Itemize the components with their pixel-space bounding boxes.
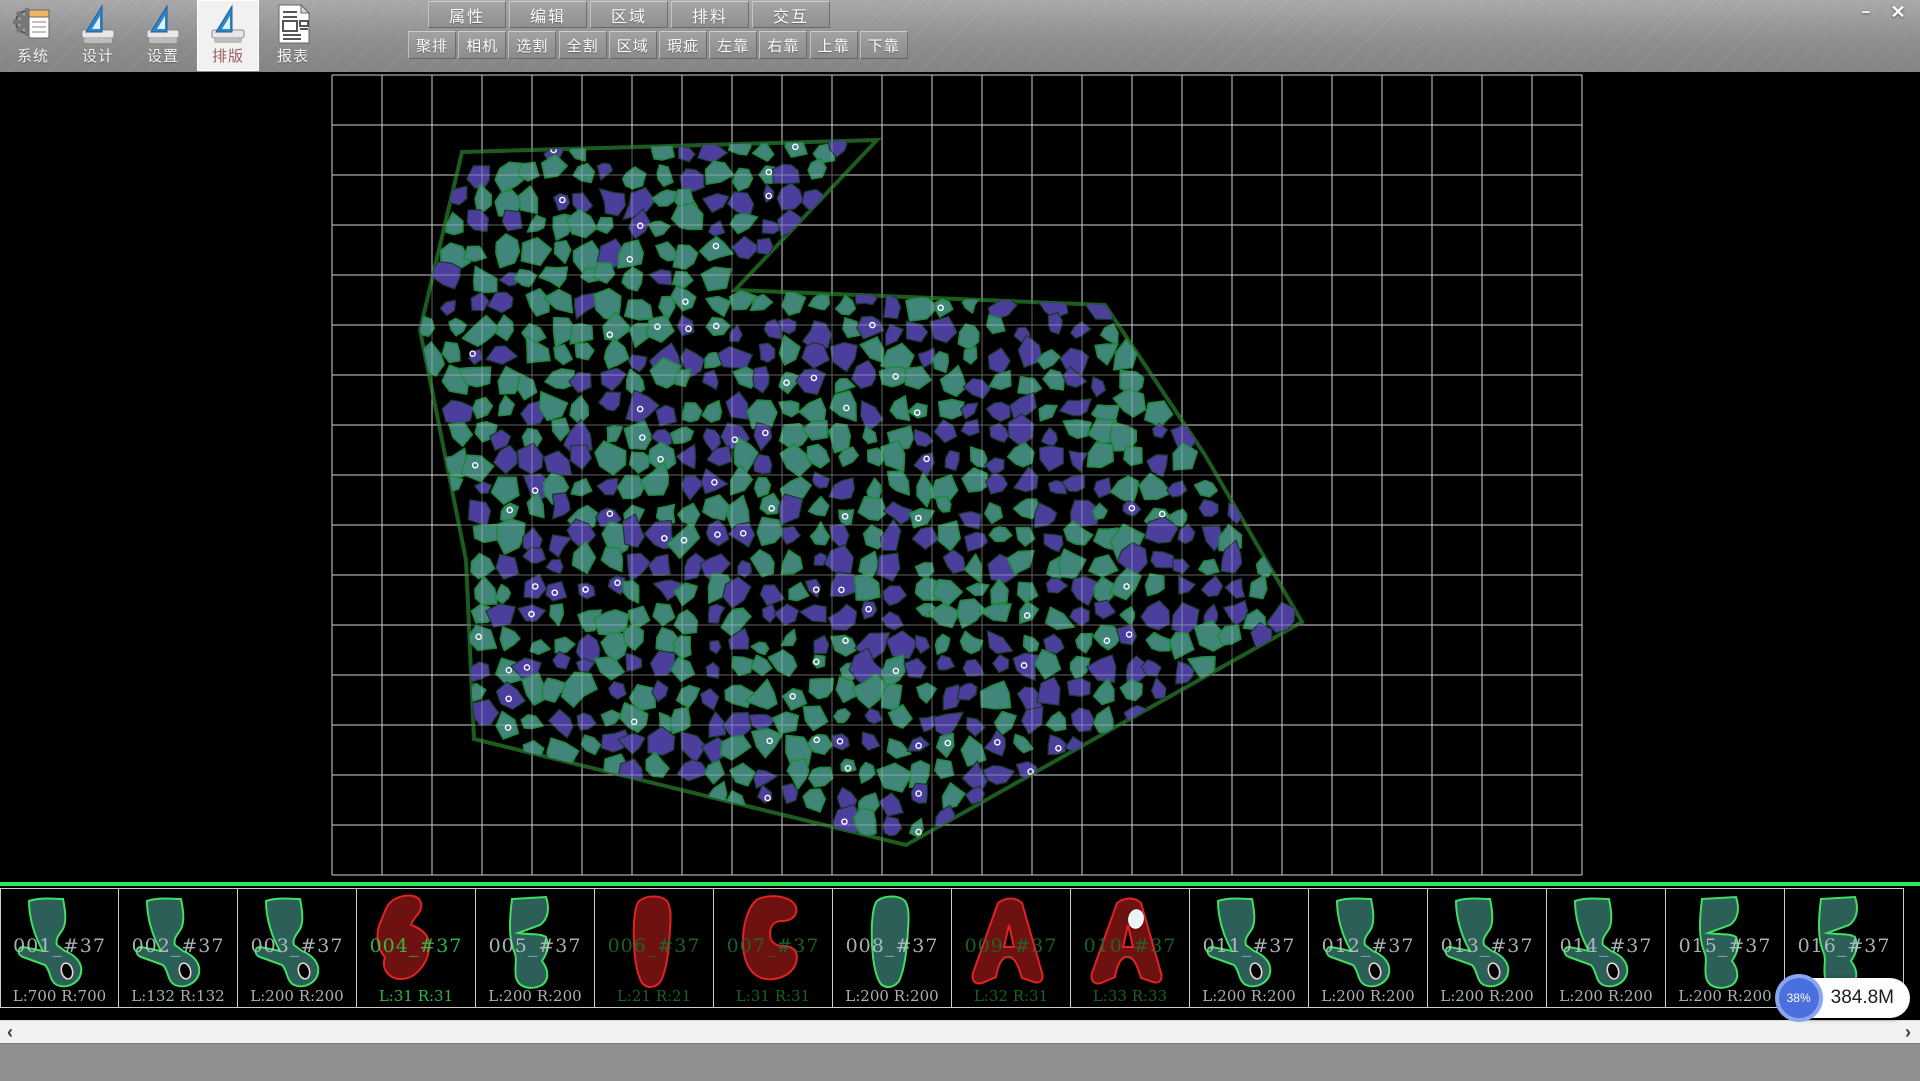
menu-区域[interactable]: 区域 (590, 1, 668, 28)
report-icon (271, 2, 315, 46)
piece-id: 011_#37 (1190, 935, 1308, 957)
thumbnail-002_#37[interactable]: 002_#37 L:132 R:132 (119, 888, 238, 1008)
piece-id: 001_#37 (1, 935, 118, 957)
tool-右靠[interactable]: 右靠 (759, 31, 807, 59)
tool-区域[interactable]: 区域 (609, 31, 657, 59)
tool-选割[interactable]: 选割 (508, 31, 556, 59)
thumbnail-015_#37[interactable]: 015_#37 L:200 R:200 (1666, 888, 1785, 1008)
menu-编辑[interactable]: 编辑 (509, 1, 587, 28)
piece-lr-values: L:132 R:132 (119, 987, 237, 1005)
piece-id: 006_#37 (595, 935, 713, 957)
main-button-设置[interactable]: 设置 (132, 0, 194, 71)
main-button-报表[interactable]: 报表 (262, 0, 324, 71)
piece-lr-values: L:31 R:31 (357, 987, 475, 1005)
main-button-label: 系统 (17, 45, 49, 66)
main-button-系统[interactable]: 系统 (2, 0, 64, 71)
thumbnail-006_#37[interactable]: 006_#37 L:21 R:21 (595, 888, 714, 1008)
piece-id: 015_#37 (1666, 935, 1784, 957)
piece-id: 009_#37 (952, 935, 1070, 957)
piece-lr-values: L:200 R:200 (1309, 987, 1427, 1005)
scroll-left-icon[interactable]: ‹ (0, 1021, 20, 1044)
tool-全割[interactable]: 全割 (559, 31, 607, 59)
piece-lr-values: L:200 R:200 (833, 987, 951, 1005)
tool-相机[interactable]: 相机 (458, 31, 506, 59)
tool-上靠[interactable]: 上靠 (810, 31, 858, 59)
menu-属性[interactable]: 属性 (428, 1, 506, 28)
minimize-button[interactable]: − (1852, 2, 1880, 22)
tool-下靠[interactable]: 下靠 (860, 31, 908, 59)
piece-lr-values: L:200 R:200 (1428, 987, 1546, 1005)
thumbnail-013_#37[interactable]: 013_#37 L:200 R:200 (1428, 888, 1547, 1008)
piece-lr-values: L:200 R:200 (476, 987, 594, 1005)
piece-id: 004_#37 (357, 935, 475, 957)
thumbnail-005_#37[interactable]: 005_#37 L:200 R:200 (476, 888, 595, 1008)
piece-lr-values: L:700 R:700 (1, 987, 118, 1005)
layout-icon (206, 2, 250, 46)
tool-聚排[interactable]: 聚排 (408, 31, 456, 59)
piece-thumbnail-strip: 001_#37 L:700 R:700 002_#37 L:132 R:132 … (0, 882, 1920, 1014)
main-button-label: 设置 (147, 45, 179, 66)
piece-lr-values: L:31 R:31 (714, 987, 832, 1005)
piece-id: 010_#37 (1071, 935, 1189, 957)
scroll-right-icon[interactable]: › (1898, 1021, 1918, 1044)
system-icon (11, 2, 55, 46)
thumbnail-010_#37[interactable]: 010_#37 L:33 R:33 (1071, 888, 1190, 1008)
horizontal-scrollbar[interactable]: ‹ › (0, 1020, 1920, 1044)
piece-lr-values: L:200 R:200 (1547, 987, 1665, 1005)
nesting-canvas[interactable] (0, 72, 1920, 882)
notepad-icon (29, 10, 49, 38)
piece-lr-values: L:21 R:21 (595, 987, 713, 1005)
piece-id: 014_#37 (1547, 935, 1665, 957)
piece-lr-values: L:33 R:33 (1071, 987, 1189, 1005)
status-bar (0, 1043, 1920, 1081)
piece-id: 012_#37 (1309, 935, 1427, 957)
top-toolbar: 系统 设计 设置 排版 报表 属性编辑区域排料交互 聚排相机选割全割区域瑕疵左靠… (0, 0, 1920, 72)
main-button-排版[interactable]: 排版 (197, 0, 259, 71)
design-icon (76, 2, 120, 46)
main-button-label: 报表 (277, 45, 309, 66)
tool-左靠[interactable]: 左靠 (709, 31, 757, 59)
thumbnail-001_#37[interactable]: 001_#37 L:700 R:700 (0, 888, 119, 1008)
close-button[interactable]: ✕ (1884, 2, 1912, 22)
piece-id: 002_#37 (119, 935, 237, 957)
piece-id: 005_#37 (476, 935, 594, 957)
piece-id: 013_#37 (1428, 935, 1546, 957)
menu-排料[interactable]: 排料 (671, 1, 749, 28)
piece-lr-values: L:200 R:200 (1190, 987, 1308, 1005)
menu-交互[interactable]: 交互 (752, 1, 830, 28)
piece-id: 008_#37 (833, 935, 951, 957)
piece-lr-values: L:200 R:200 (238, 987, 356, 1005)
memory-status-pill: 38% 384.8M (1779, 978, 1910, 1018)
memory-value: 384.8M (1831, 987, 1894, 1009)
thumbnail-004_#37[interactable]: 004_#37 L:31 R:31 (357, 888, 476, 1008)
thumbnail-003_#37[interactable]: 003_#37 L:200 R:200 (238, 888, 357, 1008)
thumbnail-007_#37[interactable]: 007_#37 L:31 R:31 (714, 888, 833, 1008)
main-button-label: 排版 (212, 45, 244, 66)
piece-lr-values: L:200 R:200 (1666, 987, 1784, 1005)
tool-瑕疵[interactable]: 瑕疵 (659, 31, 707, 59)
settings-icon (141, 2, 185, 46)
piece-lr-values: L:32 R:31 (952, 987, 1070, 1005)
piece-id: 016_#37 (1785, 935, 1903, 957)
main-button-设计[interactable]: 设计 (67, 0, 129, 71)
thumbnail-008_#37[interactable]: 008_#37 L:200 R:200 (833, 888, 952, 1008)
main-button-label: 设计 (82, 45, 114, 66)
piece-id: 007_#37 (714, 935, 832, 957)
progress-value: 38% (1787, 991, 1811, 1005)
piece-id: 003_#37 (238, 935, 356, 957)
progress-ring: 38% (1775, 974, 1823, 1022)
thumbnail-012_#37[interactable]: 012_#37 L:200 R:200 (1309, 888, 1428, 1008)
thumbnail-011_#37[interactable]: 011_#37 L:200 R:200 (1190, 888, 1309, 1008)
thumbnail-014_#37[interactable]: 014_#37 L:200 R:200 (1547, 888, 1666, 1008)
thumbnail-009_#37[interactable]: 009_#37 L:32 R:31 (952, 888, 1071, 1008)
